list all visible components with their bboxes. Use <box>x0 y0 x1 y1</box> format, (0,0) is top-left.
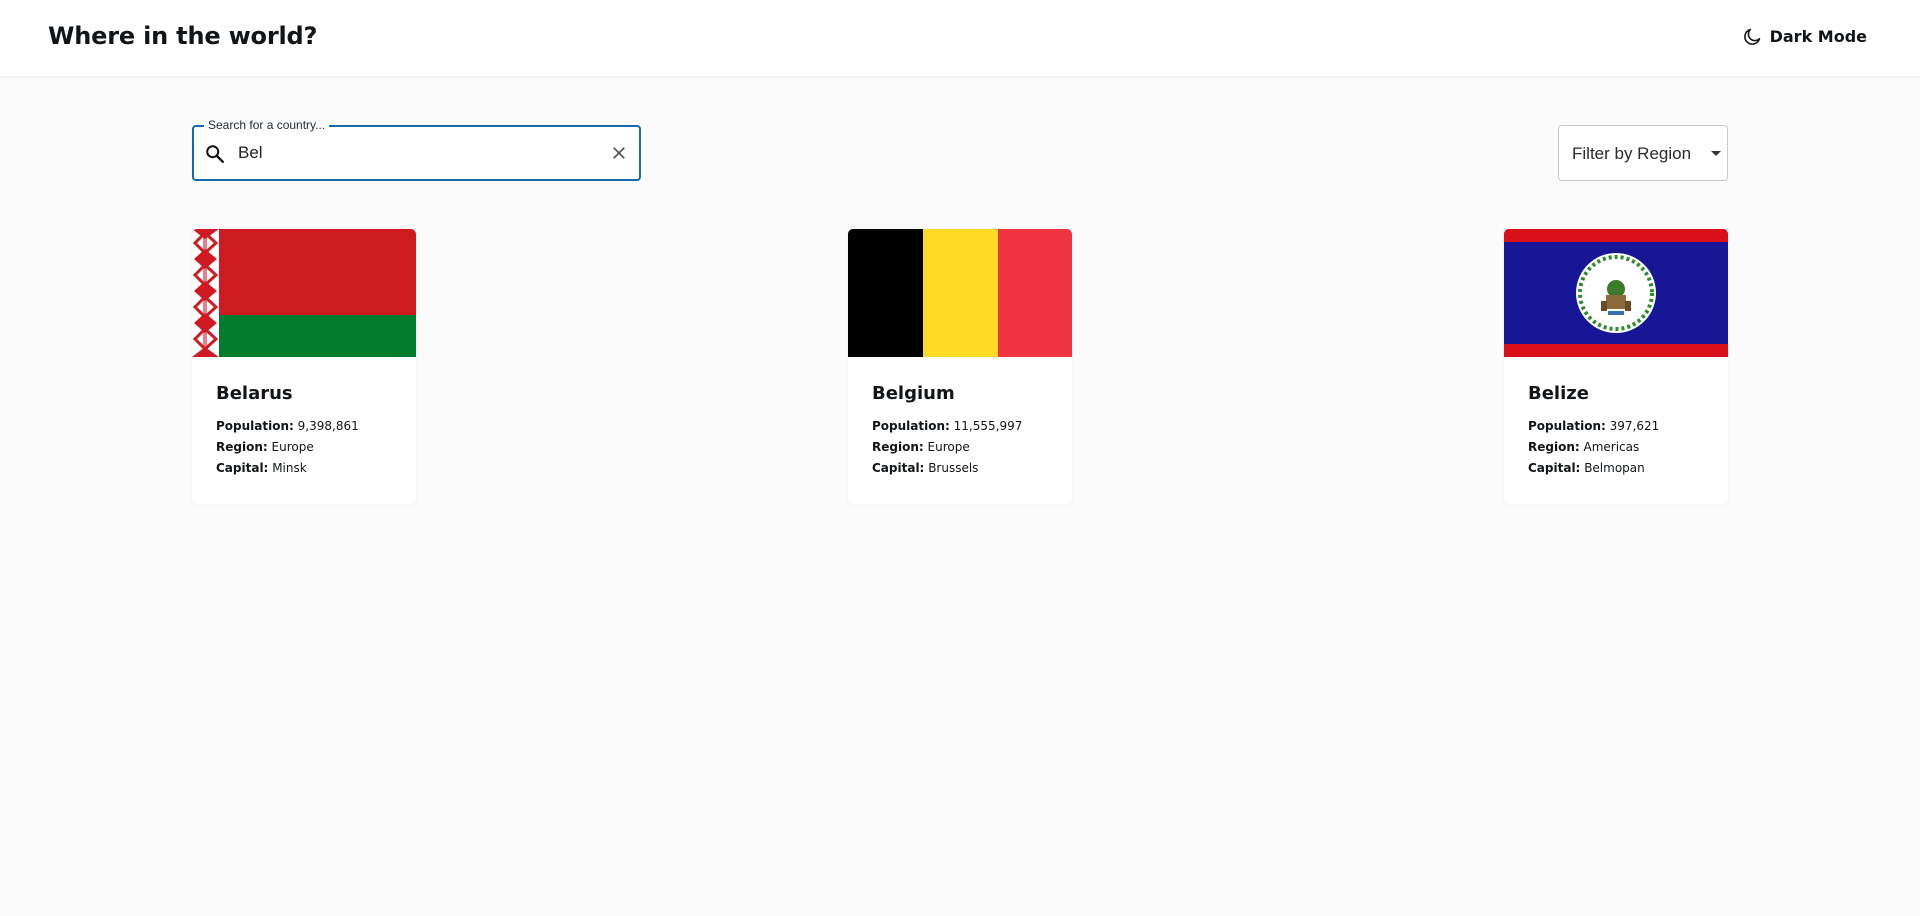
capital-row: Capital: Brussels <box>872 458 1062 479</box>
population-label: Population: <box>872 419 950 433</box>
search-input[interactable] <box>238 139 578 167</box>
region-value: Europe <box>271 440 314 454</box>
country-card-belize[interactable]: Belize Population: 397,621 Region: Ameri… <box>1504 229 1728 504</box>
country-card-belgium[interactable]: Belgium Population: 11,555,997 Region: E… <box>848 229 1072 504</box>
population-row: Population: 397,621 <box>1528 416 1718 437</box>
search-icon <box>206 145 224 163</box>
capital-value: Belmopan <box>1584 461 1645 475</box>
dark-mode-toggle[interactable]: Dark Mode <box>1742 26 1867 47</box>
population-label: Population: <box>216 419 294 433</box>
population-label: Population: <box>1528 419 1606 433</box>
region-row: Region: Europe <box>216 437 406 458</box>
capital-label: Capital: <box>1528 461 1581 475</box>
close-icon[interactable] <box>610 144 628 162</box>
capital-label: Capital: <box>872 461 925 475</box>
top-bar: Where in the world? Dark Mode <box>0 0 1920 76</box>
filter-label: Filter by Region <box>1572 144 1692 163</box>
dark-mode-label: Dark Mode <box>1769 27 1867 46</box>
country-card-belarus[interactable]: Belarus Population: 9,398,861 Region: Eu… <box>192 229 416 504</box>
app-title: Where in the world? <box>48 22 318 50</box>
population-row: Population: 9,398,861 <box>216 416 406 437</box>
caret-down-icon <box>1711 151 1721 156</box>
population-value: 9,398,861 <box>297 419 359 433</box>
capital-row: Capital: Belmopan <box>1528 458 1718 479</box>
region-label: Region: <box>216 440 268 454</box>
region-label: Region: <box>1528 440 1580 454</box>
region-label: Region: <box>872 440 924 454</box>
population-value: 11,555,997 <box>953 419 1023 433</box>
region-row: Region: Europe <box>872 437 1062 458</box>
moon-icon <box>1743 28 1760 45</box>
capital-value: Brussels <box>928 461 979 475</box>
country-name: Belgium <box>872 383 955 404</box>
region-value: Europe <box>927 440 970 454</box>
population-row: Population: 11,555,997 <box>872 416 1062 437</box>
population-value: 397,621 <box>1609 419 1660 433</box>
country-name: Belarus <box>216 383 293 404</box>
capital-label: Capital: <box>216 461 269 475</box>
region-filter-select[interactable]: Filter by Region <box>1558 125 1728 181</box>
region-value: Americas <box>1583 440 1640 454</box>
belarus-flag <box>192 229 416 357</box>
capital-value: Minsk <box>272 461 307 475</box>
capital-row: Capital: Minsk <box>216 458 406 479</box>
region-row: Region: Americas <box>1528 437 1718 458</box>
belgium-flag <box>848 229 1072 357</box>
belize-flag <box>1504 229 1728 357</box>
search-label: Search for a country... <box>204 118 330 132</box>
search-field[interactable]: Search for a country... <box>192 118 641 181</box>
country-name: Belize <box>1528 383 1589 404</box>
